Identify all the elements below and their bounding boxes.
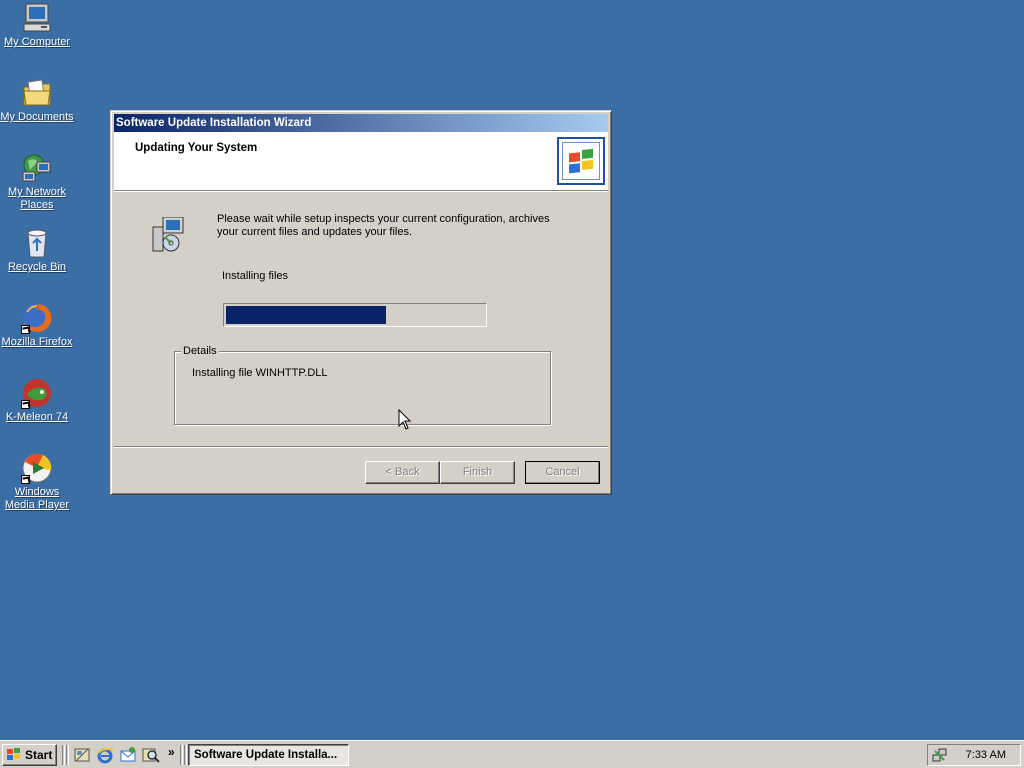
clock[interactable]: 7:33 AM (966, 749, 1006, 761)
title-bar[interactable]: Software Update Installation Wizard (114, 114, 608, 132)
cancel-button[interactable]: Cancel (525, 461, 600, 484)
progress-label: Installing files (222, 270, 289, 282)
desktop-icon-label: My Computer (3, 36, 71, 48)
quick-launch-overflow-button[interactable]: » (168, 745, 175, 759)
setup-install-icon (151, 216, 185, 253)
header-title: Updating Your System (135, 142, 258, 154)
media-player-icon (21, 452, 53, 484)
intro-text: Please wait while setup inspects your cu… (217, 213, 550, 238)
start-label: Start (25, 748, 53, 762)
system-tray: 7:33 AM (927, 744, 1021, 766)
start-button[interactable]: Start (2, 744, 57, 766)
desktop-icon-label-line1: Windows (14, 486, 60, 498)
desktop-icon-network-places[interactable]: My Network Places (0, 152, 74, 212)
my-documents-icon (21, 77, 53, 109)
window-title: Software Update Installation Wizard (116, 117, 312, 129)
toolbar-grip[interactable] (184, 745, 187, 765)
k-meleon-icon (21, 377, 53, 409)
desktop-icon-label: My Documents (0, 111, 74, 123)
mouse-pointer-icon (398, 408, 412, 434)
taskbar: Start » Software Update Installa... 7:33… (0, 740, 1024, 768)
my-computer-icon (21, 2, 53, 34)
desktop-icon-label: Recycle Bin (7, 261, 67, 273)
finish-button[interactable]: Finish (440, 461, 515, 484)
network-places-icon (21, 152, 53, 184)
desktop-icon-label: K-Meleon 74 (5, 411, 69, 423)
desktop-icon-k-meleon[interactable]: K-Meleon 74 (0, 377, 74, 424)
desktop-icon-label: Mozilla Firefox (1, 336, 73, 348)
shortcut-arrow-icon (21, 325, 30, 334)
toolbar-grip[interactable] (66, 745, 69, 765)
toolbar-separator (62, 745, 65, 765)
windows-logo-icon (557, 137, 605, 185)
details-legend: Details (181, 345, 219, 357)
details-status-text: Installing file WINHTTP.DLL (192, 367, 328, 379)
taskbar-button-software-update[interactable]: Software Update Installa... (188, 744, 349, 766)
recycle-bin-icon (21, 227, 53, 259)
progress-fill (226, 306, 386, 324)
shortcut-arrow-icon (21, 400, 30, 409)
install-progress-bar (223, 303, 487, 327)
desktop-icon-label-line1: My Network (7, 186, 67, 198)
desktop-icon-recycle-bin[interactable]: Recycle Bin (0, 227, 74, 274)
desktop-icon-my-computer[interactable]: My Computer (0, 2, 74, 49)
details-group (174, 351, 551, 425)
windows-flag-icon (7, 748, 20, 760)
header-divider (114, 191, 608, 192)
back-button[interactable]: < Back (365, 461, 440, 484)
toolbar-separator (180, 745, 183, 765)
shortcut-arrow-icon (21, 475, 30, 484)
search-icon[interactable] (142, 746, 160, 764)
internet-explorer-icon[interactable] (96, 746, 114, 764)
firefox-icon (21, 302, 53, 334)
desktop-icon-label-line2: Media Player (4, 499, 70, 511)
desktop-icon-label-line2: Places (20, 199, 54, 211)
desktop-icon-my-documents[interactable]: My Documents (0, 77, 74, 124)
desktop-icon-media-player[interactable]: Windows Media Player (0, 452, 74, 512)
wizard-header: Updating Your System (114, 132, 608, 191)
installation-wizard-dialog: Software Update Installation Wizard Upda… (110, 110, 612, 495)
outlook-express-icon[interactable] (119, 746, 137, 764)
network-connection-icon[interactable] (932, 747, 948, 763)
desktop-icon-firefox[interactable]: Mozilla Firefox (0, 302, 74, 349)
footer-divider-highlight (114, 447, 608, 448)
show-desktop-icon[interactable] (73, 746, 91, 764)
